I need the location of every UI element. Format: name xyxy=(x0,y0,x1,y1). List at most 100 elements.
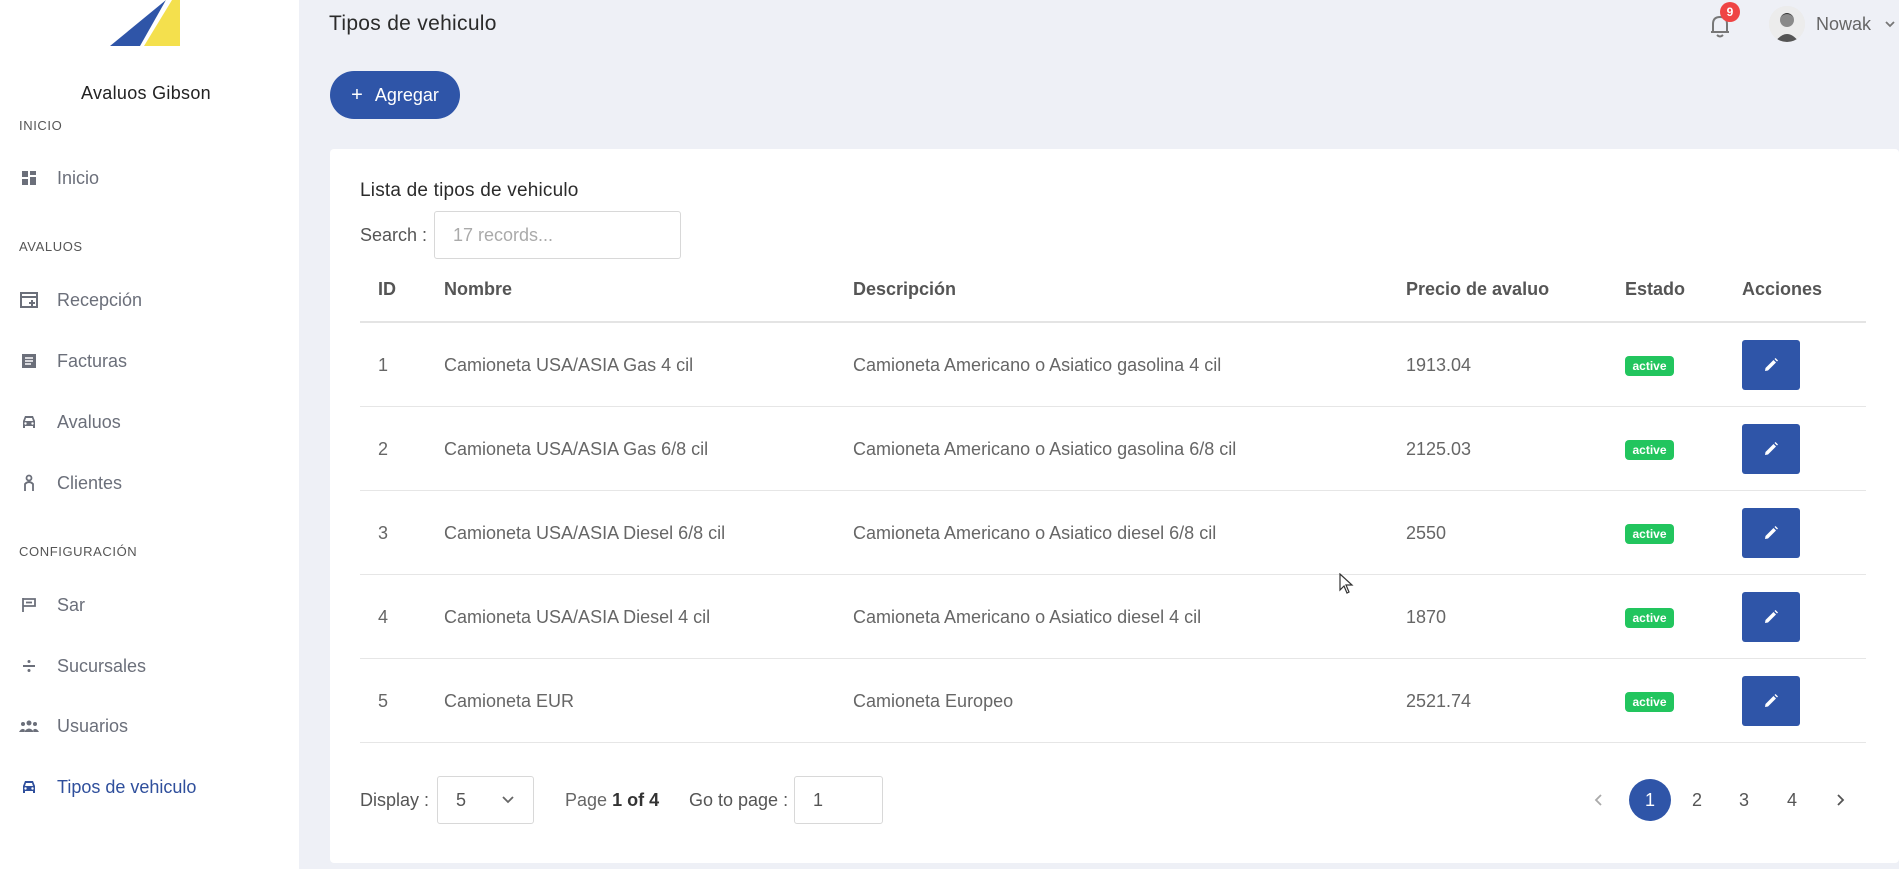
cell-id: 4 xyxy=(378,607,389,627)
pencil-icon xyxy=(1765,358,1778,371)
sidebar-item-clientes[interactable]: Clientes xyxy=(19,468,122,498)
edit-button[interactable] xyxy=(1742,676,1800,726)
display-label: Display : xyxy=(360,790,430,810)
flag-icon xyxy=(19,595,39,615)
search-label: Search : xyxy=(360,225,428,245)
page-info-prefix: Page xyxy=(565,790,608,810)
edit-button[interactable] xyxy=(1742,508,1800,558)
car-icon xyxy=(19,412,39,432)
table-row: 3 Camioneta USA/ASIA Diesel 6/8 cil Cami… xyxy=(360,491,1866,575)
document-icon xyxy=(19,351,39,371)
cell-id: 3 xyxy=(378,523,389,543)
page-title: Tipos de vehiculo xyxy=(329,12,497,35)
cell-id: 2 xyxy=(378,439,389,459)
sidebar-item-label: Recepción xyxy=(57,289,143,310)
status-badge: active xyxy=(1625,440,1674,460)
page-size-select[interactable]: 5 xyxy=(437,776,534,824)
chevron-left-icon[interactable] xyxy=(1588,789,1608,811)
column-header-id: ID xyxy=(378,279,396,299)
page-button-3[interactable]: 3 xyxy=(1723,779,1765,821)
sidebar-item-label: Usuarios xyxy=(57,715,129,736)
edit-button[interactable] xyxy=(1742,592,1800,642)
cell-precio: 1870 xyxy=(1406,607,1447,627)
sidebar-item-tipos-de-vehiculo[interactable]: Tipos de vehiculo xyxy=(19,772,196,802)
cell-descripcion: Camioneta Americano o Asiatico diesel 6/… xyxy=(853,523,1217,543)
table-row: 2 Camioneta USA/ASIA Gas 6/8 cil Camione… xyxy=(360,407,1866,491)
pencil-icon xyxy=(1765,526,1778,539)
sidebar-item-label: Sar xyxy=(57,594,86,615)
sidebar-item-label: Sucursales xyxy=(57,655,147,676)
goto-page-input[interactable] xyxy=(794,776,883,824)
cell-descripcion: Camioneta Americano o Asiatico gasolina … xyxy=(853,439,1237,459)
car-icon xyxy=(19,777,39,797)
sidebar-item-sar[interactable]: Sar xyxy=(19,590,85,620)
goto-label: Go to page : xyxy=(689,790,789,810)
brand-logo xyxy=(110,0,180,46)
sidebar-item-label: Tipos de vehiculo xyxy=(57,776,197,797)
sidebar-item-avaluos[interactable]: Avaluos xyxy=(19,407,121,437)
pencil-icon xyxy=(1765,694,1778,707)
brand-name: Avaluos Gibson xyxy=(81,83,211,103)
add-button-label: Agregar xyxy=(374,84,439,105)
sidebar-item-facturas[interactable]: Facturas xyxy=(19,346,127,376)
sidebar-item-usuarios[interactable]: Usuarios xyxy=(19,711,128,741)
status-badge: active xyxy=(1625,356,1674,376)
avatar[interactable] xyxy=(1769,6,1805,42)
sidebar-item-label: Avaluos xyxy=(57,411,121,432)
cell-id: 5 xyxy=(378,691,389,711)
sidebar: Avaluos Gibson INICIO Inicio AVALUOS Rec… xyxy=(0,0,299,869)
page-button-1[interactable]: 1 xyxy=(1629,779,1671,821)
search-input[interactable] xyxy=(434,211,681,259)
cell-descripcion: Camioneta Americano o Asiatico diesel 4 … xyxy=(853,607,1202,627)
column-header-acciones: Acciones xyxy=(1742,279,1823,299)
cell-precio: 2125.03 xyxy=(1406,439,1472,459)
column-header-estado: Estado xyxy=(1625,279,1686,299)
sidebar-item-label: Facturas xyxy=(57,350,128,371)
cell-nombre: Camioneta EUR xyxy=(444,691,575,711)
cell-id: 1 xyxy=(378,355,389,375)
cell-precio: 1913.04 xyxy=(1406,355,1472,375)
column-header-descripcion: Descripción xyxy=(853,279,957,299)
column-header-precio: Precio de avaluo xyxy=(1406,279,1550,299)
cell-nombre: Camioneta USA/ASIA Diesel 6/8 cil xyxy=(444,523,726,543)
add-button[interactable]: + Agregar xyxy=(330,71,460,119)
edit-button[interactable] xyxy=(1742,424,1800,474)
plus-icon: + xyxy=(351,83,363,106)
page-info-value: 1 of 4 xyxy=(612,790,660,810)
sidebar-item-label: Inicio xyxy=(57,167,100,188)
sidebar-item-label: Clientes xyxy=(57,472,123,493)
cell-nombre: Camioneta USA/ASIA Gas 6/8 cil xyxy=(444,439,709,459)
card-title: Lista de tipos de vehiculo xyxy=(360,180,579,201)
pencil-icon xyxy=(1765,442,1778,455)
pencil-icon xyxy=(1765,610,1778,623)
user-name[interactable]: Nowak xyxy=(1816,14,1871,35)
status-badge: active xyxy=(1625,692,1674,712)
cell-nombre: Camioneta USA/ASIA Gas 4 cil xyxy=(444,355,694,375)
notification-badge: 9 xyxy=(1720,2,1740,22)
status-badge: active xyxy=(1625,524,1674,544)
person-icon xyxy=(19,473,39,493)
cell-precio: 2550 xyxy=(1406,523,1447,543)
chevron-down-icon[interactable] xyxy=(1884,19,1896,29)
sidebar-item-sucursales[interactable]: Sucursales xyxy=(19,651,146,681)
table-row: 4 Camioneta USA/ASIA Diesel 4 cil Camion… xyxy=(360,575,1866,659)
page-button-2[interactable]: 2 xyxy=(1676,779,1718,821)
sidebar-item-recepcion[interactable]: Recepción xyxy=(19,285,142,315)
sidebar-item-inicio[interactable]: Inicio xyxy=(19,163,99,193)
table-row: 1 Camioneta USA/ASIA Gas 4 cil Camioneta… xyxy=(360,323,1866,407)
section-label-avaluos: AVALUOS xyxy=(19,239,83,254)
edit-button[interactable] xyxy=(1742,340,1800,390)
cell-nombre: Camioneta USA/ASIA Diesel 4 cil xyxy=(444,607,711,627)
cell-precio: 2521.74 xyxy=(1406,691,1472,711)
divide-icon xyxy=(19,656,39,676)
page-size-value: 5 xyxy=(456,790,467,810)
page-button-4[interactable]: 4 xyxy=(1771,779,1813,821)
cell-descripcion: Camioneta Americano o Asiatico gasolina … xyxy=(853,355,1222,375)
dashboard-icon xyxy=(19,168,39,188)
status-badge: active xyxy=(1625,608,1674,628)
chevron-down-icon xyxy=(502,796,514,804)
chevron-right-icon[interactable] xyxy=(1831,789,1851,811)
section-label-inicio: INICIO xyxy=(19,118,63,133)
mouse-cursor-icon xyxy=(1339,573,1354,594)
column-header-nombre: Nombre xyxy=(444,279,513,299)
